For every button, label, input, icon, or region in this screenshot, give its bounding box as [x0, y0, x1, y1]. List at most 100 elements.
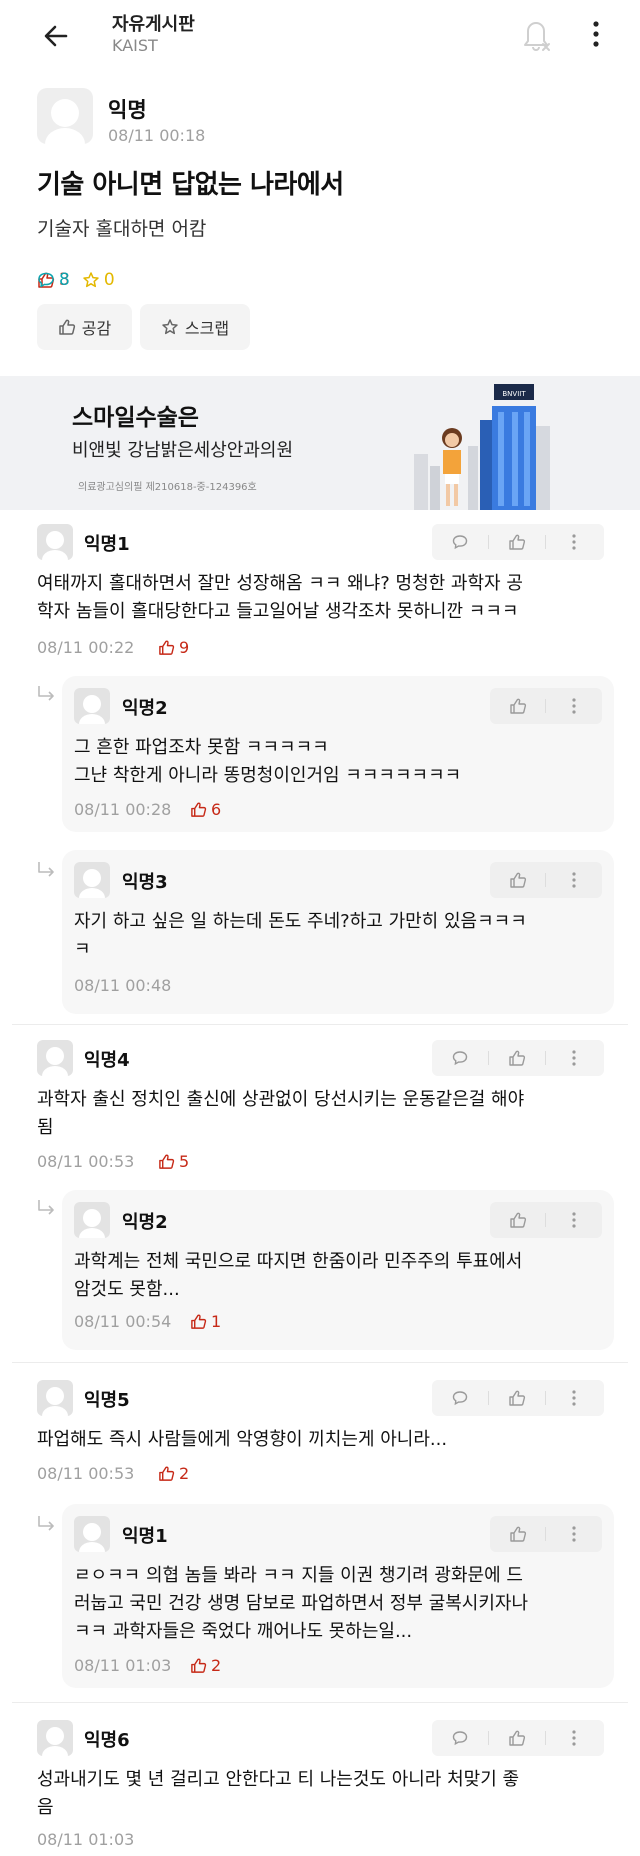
avatar-icon [79, 869, 105, 898]
comment-more-button[interactable] [546, 1516, 601, 1552]
comment-author: 익명1 [84, 534, 130, 555]
comment-like-button[interactable] [490, 1516, 545, 1552]
comment-more-button[interactable] [546, 524, 602, 560]
ad-fineprint: 의료광고심의필 제210618-중-124396호 [78, 482, 257, 493]
comment-like-button[interactable] [489, 1380, 545, 1416]
comment-like-button[interactable] [490, 688, 545, 724]
reply-arrow-icon [38, 862, 54, 877]
comment-like-value: 2 [179, 1464, 190, 1483]
speech-bubble-icon [38, 272, 54, 288]
thumb-up-icon [159, 1466, 175, 1481]
speech-bubble-icon [452, 535, 468, 550]
more-vertical-icon [571, 1212, 576, 1228]
ad-building-sign: BNVIIT [502, 390, 526, 398]
comment-like-count: 6 [190, 800, 221, 819]
avatar-icon [79, 1209, 105, 1238]
comment-more-button[interactable] [546, 1380, 602, 1416]
comment-avatar [74, 688, 110, 724]
post-comment-count: 8 [37, 270, 640, 290]
reply-button[interactable] [432, 1380, 488, 1416]
bell-off-icon [524, 22, 550, 51]
avatar-icon [42, 1727, 68, 1756]
comment-author: 익명6 [84, 1730, 130, 1751]
post-time: 08/11 00:18 [108, 126, 206, 145]
scrap-button[interactable]: 스크랩 [140, 304, 250, 350]
thumb-up-icon [191, 1658, 207, 1673]
comment-line: ㅋㅋ 과학자들은 죽었다 깨어나도 못하는일... [74, 1621, 413, 1642]
comment-tools [432, 1380, 604, 1416]
avatar-icon [79, 695, 105, 724]
comment-more-button[interactable] [546, 1202, 601, 1238]
comment-tools [432, 1040, 604, 1076]
comment-avatar [74, 1202, 110, 1238]
comment-more-button[interactable] [546, 688, 601, 724]
speech-bubble-icon [452, 1731, 468, 1746]
comment-like-button[interactable] [490, 862, 545, 898]
comment-time: 08/11 00:48 [74, 976, 172, 995]
post-stats: 3 8 0 [37, 268, 127, 292]
comment-like-value: 9 [179, 638, 190, 657]
comment-time: 08/11 00:28 [74, 800, 172, 819]
back-arrow-icon [44, 25, 68, 47]
comment-like-button[interactable] [489, 1720, 545, 1756]
comment-text: 그 흔한 파업조차 못함 ㅋㅋㅋㅋㅋ 그냔 착한게 아니라 똥멍청이인거임 ㅋㅋ… [74, 734, 461, 790]
comment-line: ㄹㅇㅋㅋ 의협 놈들 봐라 ㅋㅋ 지들 이권 챙기려 광화문에 드 [74, 1565, 523, 1586]
comment-time: 08/11 01:03 [37, 1830, 135, 1849]
comment-tools [432, 524, 604, 560]
comment-time: 08/11 01:03 [74, 1656, 172, 1675]
comment-avatar [74, 862, 110, 898]
thumb-up-icon [191, 1314, 207, 1329]
ad-banner[interactable]: 스마일수술은 비앤빛 강남밝은세상안과의원 의료광고심의필 제210618-중-… [0, 376, 640, 510]
thumb-up-icon [509, 698, 526, 714]
comment-like-button[interactable] [489, 1040, 545, 1076]
comment-avatar [74, 1516, 110, 1552]
comment-time: 08/11 00:53 [37, 1152, 135, 1171]
board-title: 자유게시판 [112, 14, 195, 35]
back-button[interactable] [38, 18, 74, 54]
thumb-up-icon [509, 1526, 526, 1542]
comment-line: 여태까지 홀대하면서 잘만 성장해옴 ㅋㅋ 왜냐? 멍청한 과학자 공 [37, 573, 523, 594]
comment-author: 익명3 [122, 872, 168, 893]
comment-author: 익명2 [122, 698, 168, 719]
comment-avatar [37, 1040, 73, 1076]
empathy-label: 공감 [81, 319, 112, 338]
more-menu-button[interactable] [584, 16, 608, 52]
reply-arrow-icon [38, 1200, 54, 1215]
reply-button[interactable] [432, 1040, 488, 1076]
avatar-icon [42, 531, 68, 560]
reply-button[interactable] [432, 524, 488, 560]
comment-like-button[interactable] [490, 1202, 545, 1238]
notification-toggle-button[interactable] [518, 14, 554, 54]
comment-more-button[interactable] [546, 862, 601, 898]
comment-like-button[interactable] [489, 524, 545, 560]
reply-arrow-icon [38, 1516, 54, 1531]
scrap-label: 스크랩 [184, 319, 230, 338]
comment-like-count: 9 [158, 638, 189, 657]
thumb-up-icon [509, 1730, 526, 1746]
post-author-avatar [37, 88, 93, 144]
reply-button[interactable] [432, 1720, 488, 1756]
comment-more-button[interactable] [546, 1720, 602, 1756]
post-comment-value: 8 [59, 270, 70, 290]
more-vertical-icon [572, 1390, 576, 1406]
ad-illustration: BNVIIT [414, 384, 550, 510]
comment-author: 익명4 [84, 1050, 130, 1071]
more-vertical-icon [572, 1050, 576, 1066]
ad-subline: 비앤빛 강남밝은세상안과의원 [72, 440, 294, 461]
more-vertical-icon [571, 1526, 576, 1542]
comment-more-button[interactable] [546, 1040, 602, 1076]
reply-item: 익명3 자기 하고 싶은 일 하는데 돈도 주네?하고 가만히 있음ㅋㅋㅋ ㅋ … [62, 850, 614, 1014]
reply-arrow-icon [38, 686, 54, 701]
comment-like-value: 2 [211, 1656, 222, 1675]
post-title: 기술 아니면 답없는 나라에서 [37, 170, 344, 200]
comment-like-count: 2 [190, 1656, 221, 1675]
more-vertical-icon [572, 534, 576, 550]
reply-item: 익명2 과학계는 전체 국민으로 따지면 한줌이라 민주주의 투표에서 암것도 … [62, 1190, 614, 1350]
comment-text: 성과내기도 몇 년 걸리고 안한다고 티 나는것도 아니라 처맞기 좋 음 [37, 1766, 519, 1822]
empathy-button[interactable]: 공감 [37, 304, 132, 350]
comment-text: 자기 하고 싶은 일 하는데 돈도 주네?하고 가만히 있음ㅋㅋㅋ ㅋ [74, 908, 527, 964]
comment-author: 익명5 [84, 1390, 130, 1411]
comment-author: 익명1 [122, 1526, 168, 1547]
comment-text: ㄹㅇㅋㅋ 의협 놈들 봐라 ㅋㅋ 지들 이권 챙기려 광화문에 드 러눕고 국민… [74, 1562, 528, 1646]
comment-divider [12, 1024, 628, 1025]
